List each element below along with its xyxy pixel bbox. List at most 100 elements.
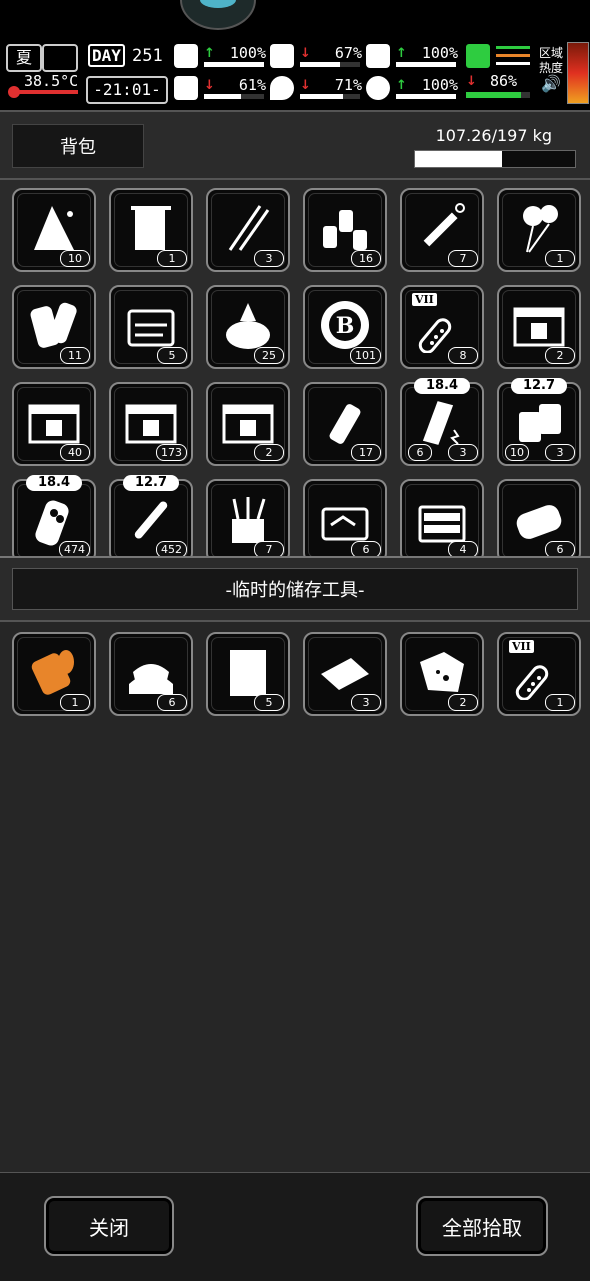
brain-icon	[174, 76, 198, 100]
pickup-all-button[interactable]: 全部拾取	[416, 1196, 548, 1256]
backpack-tab-label: 背包	[60, 137, 96, 158]
clock-display: -21:01-	[86, 76, 168, 104]
stat-bar	[300, 62, 360, 67]
inventory-slot[interactable]: 16	[303, 188, 387, 272]
slot-count: 5	[254, 694, 284, 711]
tier-tag: VII	[509, 640, 534, 653]
speaker-icon[interactable]: 🔊	[536, 76, 566, 92]
svg-text:B: B	[336, 313, 355, 339]
slot-count: 3	[545, 444, 575, 461]
slot-count: 1	[545, 250, 575, 267]
weight-text: 107.26/197 kg	[435, 126, 552, 145]
inventory-slot[interactable]: 4	[400, 479, 484, 556]
inventory-slot[interactable]: 1	[109, 188, 193, 272]
inventory-slot[interactable]: 6	[303, 479, 387, 556]
slot-count: 6	[157, 694, 187, 711]
inventory-slot[interactable]: 10	[12, 188, 96, 272]
slot-count: 2	[448, 694, 478, 711]
inventory-slot[interactable]: 6	[497, 479, 581, 556]
inventory-slot[interactable]: 5	[109, 285, 193, 369]
inventory-slot[interactable]: 17	[303, 382, 387, 466]
medkit-icon	[174, 44, 198, 68]
slot-count: 3	[254, 250, 284, 267]
inventory-slot[interactable]: VII 1	[497, 632, 581, 716]
inventory-slot[interactable]: 1	[497, 188, 581, 272]
character-avatar[interactable]	[180, 0, 256, 30]
inventory-slot[interactable]: 5	[206, 632, 290, 716]
day-counter: DAY 251	[86, 44, 164, 68]
inventory-slot[interactable]: 2	[400, 632, 484, 716]
clock-value: -21:01-	[93, 80, 161, 99]
inventory-slot[interactable]: 40	[12, 382, 96, 466]
heat-meter	[567, 42, 589, 104]
inventory-slot[interactable]: 7	[400, 188, 484, 272]
stat-thirst: ↓ 71%	[270, 76, 362, 102]
zone-label-1: 区域	[538, 46, 563, 60]
season-label: 夏	[15, 48, 32, 67]
weather-icon	[42, 44, 78, 72]
storage-title: -临时的储存工具-	[225, 580, 365, 601]
inventory-slot[interactable]: 7	[206, 479, 290, 556]
slot-count: 1	[60, 694, 90, 711]
inventory-slot[interactable]: 25	[206, 285, 290, 369]
stat-value: 67%	[334, 44, 362, 62]
close-button-label: 关闭	[89, 1215, 129, 1240]
stat-heart: ↑ 100%	[366, 76, 458, 102]
slot-count-secondary: 6	[408, 444, 432, 461]
close-button[interactable]: 关闭	[44, 1196, 174, 1256]
slot-count: 1	[157, 250, 187, 267]
backpack-tab[interactable]: 背包	[12, 124, 144, 168]
inventory-slot[interactable]: 18.4 474	[12, 475, 96, 556]
slot-count: 6	[351, 541, 381, 556]
slot-count: 17	[351, 444, 381, 461]
slot-count: 3	[448, 444, 478, 461]
stat-bar	[396, 94, 456, 99]
stat-hunger: ↓ 67%	[270, 44, 362, 70]
zone-heat[interactable]: 区域 热度 🔊	[536, 46, 566, 102]
inventory-slot[interactable]: 2	[206, 382, 290, 466]
inventory-slot[interactable]: B 101	[303, 285, 387, 369]
day-number: 251	[132, 46, 163, 66]
inventory-slot[interactable]: 11	[12, 285, 96, 369]
heart-icon	[366, 76, 390, 100]
pickup-all-button-label: 全部拾取	[442, 1215, 522, 1240]
inventory-slot[interactable]: 1	[12, 632, 96, 716]
stamina-bar	[466, 92, 530, 98]
inventory-slot[interactable]: 12.7 10 3	[497, 378, 581, 466]
inventory-slot[interactable]: 12.7 452	[109, 475, 193, 556]
slot-count: 2	[254, 444, 284, 461]
season-badge: 夏	[6, 44, 42, 72]
inventory-slot[interactable]: 2	[497, 285, 581, 369]
day-label: DAY	[88, 44, 125, 67]
hud-bar: 夏 38.5°C DAY 251 -21:01- ↑ 100% ↓ 67% ↑ …	[0, 0, 590, 110]
weight-bar	[414, 150, 576, 168]
stamina-lines	[496, 46, 530, 66]
stamina-value: 86%	[490, 72, 518, 90]
slot-count: 1	[545, 694, 575, 711]
inventory-slot[interactable]: 173	[109, 382, 193, 466]
temperature-readout: 38.5°C	[6, 72, 78, 102]
inventory-slot[interactable]: 3	[303, 632, 387, 716]
stat-bar	[204, 94, 264, 99]
slot-count: 7	[254, 541, 284, 556]
inventory-slot[interactable]: 18.4 6 3	[400, 378, 484, 466]
slot-count: 40	[60, 444, 90, 461]
slot-count: 7	[448, 250, 478, 267]
slot-count: 452	[156, 541, 187, 556]
stat-bar	[396, 62, 456, 67]
fish-icon	[200, 0, 236, 8]
stomach-icon	[270, 44, 294, 68]
slot-count: 4	[448, 541, 478, 556]
slot-count: 3	[351, 694, 381, 711]
water-drop-icon	[270, 76, 294, 100]
slot-count: 11	[60, 347, 90, 364]
stat-value: 71%	[334, 76, 362, 94]
slot-count: 6	[545, 541, 575, 556]
slot-count-secondary: 10	[505, 444, 529, 461]
inventory-slot[interactable]: 6	[109, 632, 193, 716]
inventory-slot[interactable]: VII 8	[400, 285, 484, 369]
inventory-slot[interactable]: 3	[206, 188, 290, 272]
stat-sanity: ↑ 100%	[366, 44, 458, 70]
slot-count: 25	[254, 347, 284, 364]
stat-value: 100%	[229, 44, 266, 62]
